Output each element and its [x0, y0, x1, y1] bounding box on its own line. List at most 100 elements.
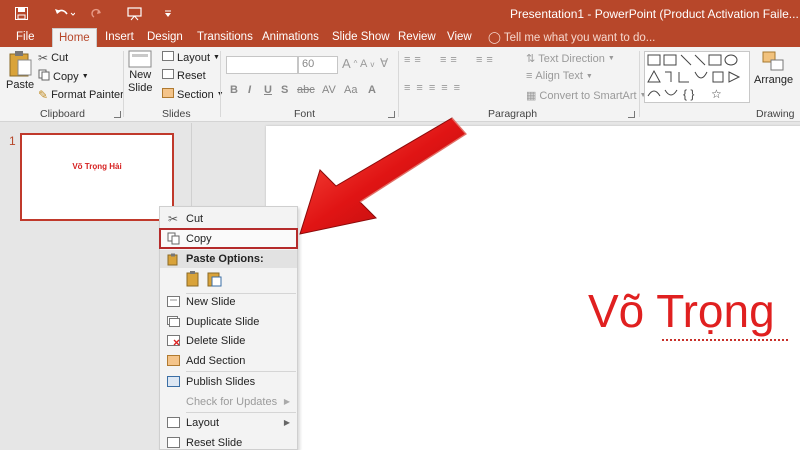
shadow-icon[interactable]: S [281, 84, 288, 96]
slide-thumbnail[interactable]: Võ Trọng Hải [20, 133, 174, 221]
arrange-button[interactable]: Arrange [754, 51, 793, 86]
format-painter-button[interactable]: ✎ Format Painter [38, 88, 124, 102]
lightbulb-icon: ◯ [488, 32, 501, 44]
text-direction-icon: ⇅ [526, 53, 536, 65]
arrange-icon [762, 51, 784, 71]
menu-item-label: New Slide [186, 295, 236, 308]
redo-icon[interactable] [88, 4, 106, 23]
strikethrough-icon[interactable]: abc [297, 84, 315, 96]
spellcheck-underline [662, 338, 788, 341]
paste-label: Paste [6, 79, 35, 91]
menu-item-label: Layout [186, 416, 220, 429]
font-name-field[interactable] [226, 56, 298, 74]
reset-icon [162, 69, 174, 82]
group-divider [123, 51, 124, 117]
align-text-button[interactable]: ≡ Align Text ▼ [526, 70, 593, 82]
copy-button[interactable]: Copy ▼ [38, 69, 89, 84]
menu-item-publish-slides[interactable]: Publish Slides [160, 372, 297, 391]
tab-design[interactable]: Design [141, 27, 189, 47]
bold-icon[interactable]: B [230, 84, 238, 96]
reset-slide-icon [160, 437, 186, 448]
bullets-icon[interactable]: ≡≡ [404, 54, 425, 66]
section-button[interactable]: Section ▼ [162, 88, 224, 101]
italic-icon[interactable]: I [248, 84, 251, 96]
scissors-icon: ✂ [167, 211, 179, 226]
tab-view[interactable]: View [441, 27, 478, 47]
save-icon[interactable] [12, 4, 30, 23]
menu-item-label: Delete Slide [186, 334, 246, 347]
ribbon: Paste ✂ Cut Copy ▼ ✎ Format Painter Clip… [0, 47, 800, 122]
paste-button[interactable]: Paste [6, 50, 34, 91]
paste-options-label: Paste Options: [186, 253, 264, 265]
menu-item-delete-slide[interactable]: Delete Slide [160, 331, 297, 350]
paste-picture-icon[interactable] [207, 270, 222, 290]
shrink-font-icon[interactable]: Av [360, 58, 374, 70]
new-slide-button[interactable]: New Slide [128, 50, 152, 94]
menu-item-label: Check for Updates [186, 395, 278, 408]
menu-item-copy[interactable]: Copy [159, 228, 298, 249]
paste-option-buttons [186, 269, 222, 291]
chevron-down-icon: ▼ [81, 73, 89, 80]
indent-icon[interactable]: ≡≡ [476, 54, 497, 66]
copy-icon [160, 232, 186, 245]
shapes-gallery[interactable]: { } ☆ [644, 51, 750, 103]
publish-slides-icon [160, 376, 186, 387]
tab-transitions[interactable]: Transitions [191, 27, 259, 47]
presentation-icon[interactable] [124, 4, 144, 23]
menu-item-label: Add Section [186, 354, 246, 367]
chevron-down-icon: ▼ [585, 72, 593, 80]
group-divider [398, 51, 399, 117]
underline-icon[interactable]: U [264, 84, 272, 96]
convert-smartart-button[interactable]: ▦ Convert to SmartArt ▼ [526, 89, 647, 103]
tab-file[interactable]: File [10, 27, 41, 47]
reset-button[interactable]: Reset [162, 69, 206, 82]
menu-item-label: Cut [186, 212, 204, 225]
text-direction-button[interactable]: ⇅ Text Direction ▼ [526, 52, 615, 66]
menu-item-layout[interactable]: Layout ▶ [160, 413, 297, 432]
shapes-gallery-icon: { } ☆ [647, 54, 741, 101]
change-case-icon[interactable]: Aa [344, 84, 357, 96]
duplicate-slide-icon [160, 316, 186, 327]
undo-icon[interactable] [50, 4, 78, 23]
tab-home[interactable]: Home [52, 28, 97, 47]
clipboard-launcher-icon[interactable] [114, 111, 121, 118]
slide-title-text[interactable]: Võ Trọng [588, 284, 775, 338]
menu-item-label: Copy [186, 232, 212, 245]
tab-insert[interactable]: Insert [99, 27, 140, 47]
arrange-label: Arrange [754, 74, 794, 86]
paragraph-launcher-icon[interactable] [628, 111, 635, 118]
tab-animations[interactable]: Animations [256, 27, 325, 47]
new-slide-label: New [129, 69, 152, 81]
new-slide-icon [128, 50, 152, 68]
tab-review[interactable]: Review [392, 27, 442, 47]
menu-item-reset-slide[interactable]: Reset Slide [160, 433, 297, 450]
layout-button[interactable]: Layout ▼ [162, 51, 220, 64]
clear-format-icon[interactable]: ∀ [380, 56, 388, 70]
numbering-icon[interactable]: ≡≡ [440, 54, 461, 66]
tell-me-box[interactable]: ◯ Tell me what you want to do... [488, 30, 655, 44]
ribbon-tabs: File Home Insert Design Transitions Anim… [0, 27, 800, 47]
menu-item-cut[interactable]: ✂ Cut [160, 209, 297, 228]
chevron-down-icon: ▼ [607, 55, 615, 62]
menu-item-new-slide[interactable]: New Slide [160, 292, 297, 311]
tab-slide-show[interactable]: Slide Show [326, 27, 396, 47]
thumbnail-text: Võ Trọng Hải [72, 162, 122, 171]
copy-label: Copy [53, 70, 79, 83]
menu-item-duplicate-slide[interactable]: Duplicate Slide [160, 312, 297, 331]
cut-button[interactable]: ✂ Cut [38, 51, 68, 65]
slide-number: 1 [9, 134, 16, 148]
customize-toolbar-icon[interactable] [162, 4, 174, 23]
menu-item-add-section[interactable]: Add Section [160, 351, 297, 370]
paste-keep-source-icon[interactable] [186, 270, 201, 290]
char-spacing-icon[interactable]: AV [322, 84, 336, 96]
copy-icon [38, 69, 50, 84]
menu-item-check-for-updates[interactable]: Check for Updates ▶ [160, 392, 297, 411]
font-size-value: 60 [302, 58, 315, 70]
grow-font-icon[interactable]: A ^ [342, 56, 357, 71]
font-size-field[interactable]: 60 [298, 56, 338, 74]
section-icon [162, 88, 174, 101]
align-icons[interactable]: ≡≡≡≡≡ [404, 82, 466, 94]
convert-smartart-label: Convert to SmartArt [539, 89, 637, 102]
font-color-icon[interactable]: A [368, 84, 376, 96]
pointer-arrow-graphic [299, 117, 468, 235]
